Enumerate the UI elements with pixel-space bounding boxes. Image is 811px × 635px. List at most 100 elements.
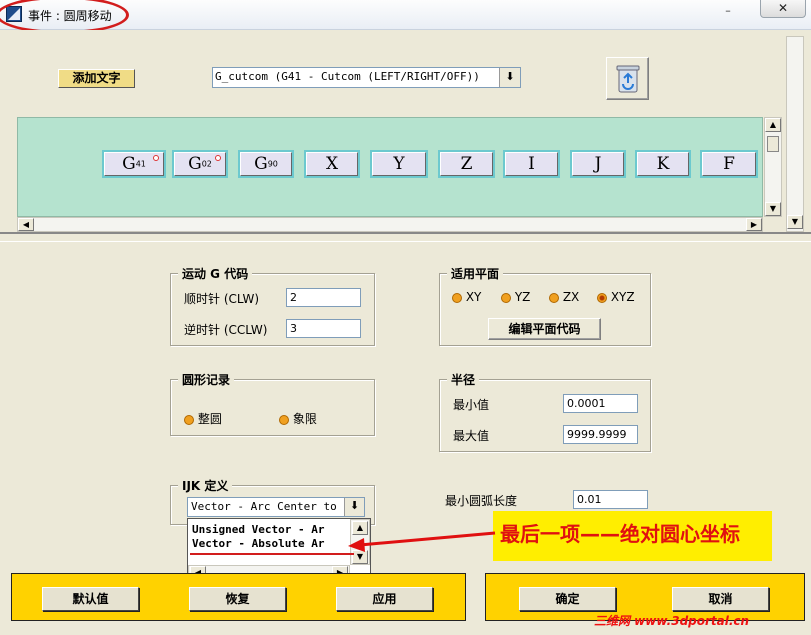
ijk-option-unsigned-vector[interactable]: Unsigned Vector - Ar xyxy=(192,523,350,536)
gcode-letter: G xyxy=(254,154,268,174)
apply-button[interactable]: 应用 xyxy=(336,587,433,611)
plane-radio-yz[interactable]: YZ xyxy=(501,290,530,304)
scroll-right-icon[interactable]: ▶ xyxy=(746,218,762,231)
gcode-select[interactable]: G_cutcom (G41 - Cutcom (LEFT/RIGHT/OFF))… xyxy=(212,67,521,88)
ijk-select[interactable]: Vector - Arc Center to ⬇ xyxy=(187,497,365,517)
modal-indicator-icon xyxy=(215,155,221,161)
full-circle-radio[interactable]: 整圆 xyxy=(184,410,222,427)
minimize-button[interactable]: – xyxy=(716,5,740,20)
gcode-button[interactable]: G02 xyxy=(172,150,228,178)
plane-radio-xy[interactable]: XY xyxy=(452,290,481,304)
gcode-button[interactable]: Z xyxy=(438,150,495,178)
cw-label: 顺时针 (CLW) xyxy=(184,292,260,306)
gcode-letter: F xyxy=(723,154,735,174)
plane-zx-label: ZX xyxy=(562,290,580,304)
radius-max-label: 最大值 xyxy=(453,429,490,443)
plane-xy-label: XY xyxy=(465,290,482,304)
gcode-button-face: I xyxy=(505,152,558,176)
scroll-up-icon[interactable]: ▲ xyxy=(765,118,781,132)
ijk-option-absolute-arc[interactable]: Vector - Absolute Ar xyxy=(192,537,350,550)
watermark: 三维网 www.3dportal.cn xyxy=(594,614,750,628)
quadrant-radio[interactable]: 象限 xyxy=(279,410,317,427)
ijk-select-value: Vector - Arc Center to xyxy=(191,500,337,513)
radio-icon xyxy=(501,292,511,303)
modal-indicator-icon xyxy=(153,155,159,161)
gcode-letter: Y xyxy=(393,154,405,174)
gcode-letter: Z xyxy=(460,154,473,174)
gcode-number: 02 xyxy=(201,159,212,169)
motion-g-title: 运动 G 代码 xyxy=(178,265,253,282)
cancel-button[interactable]: 取消 xyxy=(672,587,769,611)
gcode-letter: K xyxy=(656,154,670,174)
scroll-down-icon[interactable]: ▼ xyxy=(765,202,781,216)
edit-plane-code-button[interactable]: 编辑平面代码 xyxy=(488,318,601,340)
gcode-button-face: G41 xyxy=(104,152,164,176)
gcode-button[interactable]: J xyxy=(570,150,626,178)
annotation-text: 最后一项——绝对圆心坐标 xyxy=(500,522,740,546)
scroll-thumb[interactable] xyxy=(767,136,779,152)
radio-icon xyxy=(184,414,194,425)
scroll-down-icon[interactable]: ▼ xyxy=(787,215,803,229)
cw-field[interactable] xyxy=(286,288,361,307)
plane-title: 适用平面 xyxy=(447,265,504,282)
circle-record-group: 圆形记录 xyxy=(170,371,375,436)
gcode-button[interactable]: G90 xyxy=(238,150,294,178)
gcode-select-value: G_cutcom (G41 - Cutcom (LEFT/RIGHT/OFF)) xyxy=(215,70,480,83)
gcode-button[interactable]: G41 xyxy=(102,150,166,178)
quadrant-label: 象限 xyxy=(292,412,317,426)
strip-vertical-scrollbar[interactable]: ▲ ▼ xyxy=(764,117,782,217)
gcode-button[interactable]: K xyxy=(635,150,691,178)
ok-button[interactable]: 确定 xyxy=(519,587,616,611)
ijk-highlight-underline xyxy=(190,553,354,555)
circle-record-title: 圆形记录 xyxy=(178,371,235,388)
plane-xyz-label: XYZ xyxy=(610,290,635,304)
gcode-letter: X xyxy=(325,154,339,174)
gcode-button-face: X xyxy=(306,152,358,176)
splitter[interactable] xyxy=(0,232,811,242)
plane-yz-label: YZ xyxy=(514,290,531,304)
radio-icon xyxy=(279,414,289,425)
chevron-down-icon[interactable]: ⬇ xyxy=(499,68,520,87)
add-text-button[interactable]: 添加文字 xyxy=(58,69,135,88)
ccw-field[interactable] xyxy=(286,319,361,338)
radius-title: 半径 xyxy=(447,371,480,388)
strip-horizontal-scrollbar[interactable]: ◀ ▶ xyxy=(17,217,763,232)
gcode-button[interactable]: I xyxy=(503,150,560,178)
top-panel-scrollbar[interactable]: ▼ xyxy=(786,36,804,232)
ijk-title: IJK 定义 xyxy=(178,477,233,494)
gcode-button[interactable]: X xyxy=(304,150,360,178)
radius-max-field[interactable] xyxy=(563,425,638,444)
gcode-button-face: G90 xyxy=(240,152,292,176)
gcode-button-face: K xyxy=(637,152,689,176)
radio-icon xyxy=(452,292,462,303)
close-button[interactable]: ✕ xyxy=(760,0,806,18)
radius-min-label: 最小值 xyxy=(453,398,490,412)
gcode-number: 90 xyxy=(267,159,278,169)
gcode-button[interactable]: F xyxy=(700,150,758,178)
gcode-button-face: J xyxy=(572,152,624,176)
scroll-left-icon[interactable]: ◀ xyxy=(18,218,34,231)
plane-radio-zx[interactable]: ZX xyxy=(549,290,579,304)
gcode-letter: I xyxy=(528,154,535,174)
min-arc-field[interactable] xyxy=(573,490,648,509)
ccw-label: 逆时针 (CCLW) xyxy=(184,323,268,337)
gcode-letter: G xyxy=(188,154,202,174)
default-button[interactable]: 默认值 xyxy=(42,587,139,611)
gcode-letter: J xyxy=(594,154,602,174)
gcode-button-face: Y xyxy=(372,152,426,176)
gcode-button-face: G02 xyxy=(174,152,226,176)
gcode-letter: G xyxy=(122,154,136,174)
recycle-bin-button[interactable] xyxy=(606,57,649,100)
radius-min-field[interactable] xyxy=(563,394,638,413)
gcode-button[interactable]: Y xyxy=(370,150,428,178)
gcode-number: 41 xyxy=(135,159,146,169)
plane-radio-xyz[interactable]: XYZ xyxy=(597,290,635,304)
radio-selected-icon xyxy=(597,292,607,303)
annotation-arrow-icon xyxy=(348,531,496,552)
gcode-button-face: F xyxy=(702,152,756,176)
restore-button[interactable]: 恢复 xyxy=(189,587,286,611)
gcode-button-face: Z xyxy=(440,152,493,176)
chevron-down-icon[interactable]: ⬇ xyxy=(344,498,364,516)
radio-icon xyxy=(549,292,559,303)
min-arc-label: 最小圆弧长度 xyxy=(445,494,518,508)
